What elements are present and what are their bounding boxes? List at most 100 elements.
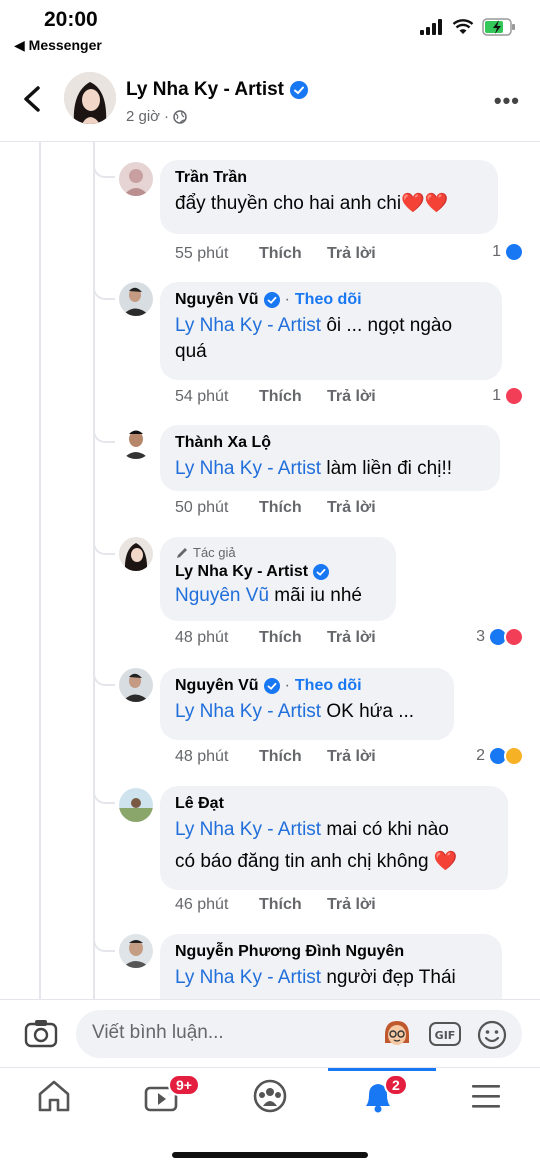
avatar[interactable]: [119, 668, 153, 702]
comment-input-wrapper: GIF: [76, 1010, 522, 1058]
author-name[interactable]: Ly Nha Ky - Artist: [126, 79, 284, 101]
reply-button[interactable]: Trả lời: [327, 629, 395, 647]
comment-time: 48 phút: [175, 629, 229, 646]
reactions[interactable]: 3: [476, 627, 524, 647]
comment-text-line2: quá: [175, 341, 207, 362]
comment-bubble: Lê Đạt Ly Nha Ky - Artist mai có khi nào…: [160, 786, 508, 890]
comment-actions: 54 phút Thích Trả lời: [175, 388, 395, 406]
like-button[interactable]: Thích: [259, 388, 327, 406]
dot-separator: ·: [284, 291, 290, 308]
comment-text: Ly Nha Ky - Artist mai có khi nào: [175, 817, 493, 843]
reply-button[interactable]: Trả lời: [327, 388, 395, 406]
reaction-count: 1: [492, 387, 501, 404]
reply-connector: [93, 413, 115, 443]
avatar[interactable]: [119, 162, 153, 196]
like-reaction-icon: [504, 242, 524, 262]
comment-time: 54 phút: [175, 388, 229, 405]
comment-text: đẩy thuyền cho hai anh chi❤️❤️: [175, 193, 449, 214]
comment-actions: 46 phút Thích Trả lời: [175, 896, 395, 914]
home-icon: [38, 1080, 70, 1112]
back-arrow-icon[interactable]: [20, 84, 44, 114]
commenter-name[interactable]: Lê Đạt: [175, 795, 493, 813]
gif-label: GIF: [435, 1029, 456, 1042]
comment-body: làm liền đi chị!!: [321, 458, 453, 479]
haha-reaction-icon: [504, 746, 524, 766]
comment-text: Ly Nha Ky - Artist OK hứa ...: [175, 699, 439, 725]
comment-bubble: Trần Trần đẩy thuyền cho hai anh chi❤️❤️: [160, 160, 498, 234]
commenter-name[interactable]: Nguyên Vũ: [175, 677, 259, 695]
reactions[interactable]: 2: [476, 746, 524, 766]
commenter-name[interactable]: Thành Xa Lộ: [175, 434, 485, 452]
comment-bubble: Nguyên Vũ · Theo dõi Ly Nha Ky - Artist …: [160, 668, 454, 740]
active-tab-indicator: [328, 1068, 436, 1071]
love-reaction-icon: [504, 386, 524, 406]
tab-notifications[interactable]: 2: [358, 1074, 408, 1118]
verified-badge-icon: [263, 292, 280, 308]
avatar-sticker-icon[interactable]: [381, 1019, 413, 1049]
like-button[interactable]: Thích: [259, 748, 327, 766]
comment-text: Nguyên Vũ mãi iu nhé: [175, 583, 381, 609]
follow-button[interactable]: Theo dõi: [295, 677, 362, 695]
back-to-messenger-link[interactable]: ◀ Messenger: [14, 37, 102, 54]
separator-dot: ·: [164, 108, 170, 125]
mention-link[interactable]: Ly Nha Ky - Artist: [175, 315, 321, 336]
comment-bubble: Thành Xa Lộ Ly Nha Ky - Artist làm liền …: [160, 425, 500, 491]
comment-time: 50 phút: [175, 499, 229, 516]
comment-actions: 50 phút Thích Trả lời: [175, 499, 395, 517]
commenter-name[interactable]: Trần Trần: [175, 169, 483, 187]
reply-connector: [93, 148, 115, 178]
home-indicator: [172, 1152, 368, 1158]
mention-link[interactable]: Ly Nha Ky - Artist: [175, 819, 321, 840]
emoji-icon[interactable]: [476, 1019, 508, 1051]
reaction-count: 2: [476, 747, 485, 764]
like-button[interactable]: Thích: [259, 629, 327, 647]
author-avatar[interactable]: [64, 72, 116, 124]
reply-button[interactable]: Trả lời: [327, 499, 395, 517]
reply-button[interactable]: Trả lời: [327, 896, 395, 914]
reply-connector: [93, 270, 115, 300]
commenter-name[interactable]: Nguyên Vũ: [175, 291, 259, 309]
like-button[interactable]: Thích: [259, 245, 327, 263]
comment-body: OK hứa ...: [321, 701, 415, 722]
tab-menu[interactable]: [466, 1078, 516, 1118]
comment-bubble: Tác giả Ly Nha Ky - Artist Nguyên Vũ mãi…: [160, 537, 396, 621]
like-button[interactable]: Thích: [259, 499, 327, 517]
avatar[interactable]: [119, 934, 153, 968]
groups-icon: [253, 1079, 287, 1113]
verified-badge-icon: [290, 81, 308, 99]
comment-actions: 55 phút Thích Trả lời: [175, 245, 395, 263]
reply-connector: [93, 922, 115, 952]
mention-link[interactable]: Ly Nha Ky - Artist: [175, 967, 321, 988]
comment-time: 55 phút: [175, 245, 229, 262]
follow-button[interactable]: Theo dõi: [295, 291, 362, 309]
avatar[interactable]: [119, 537, 153, 571]
like-button[interactable]: Thích: [259, 896, 327, 914]
avatar[interactable]: [119, 425, 153, 459]
tab-home[interactable]: [34, 1078, 84, 1118]
globe-icon: [173, 109, 187, 124]
mention-link[interactable]: Ly Nha Ky - Artist: [175, 701, 321, 722]
reply-button[interactable]: Trả lời: [327, 245, 395, 263]
commenter-name-row: Nguyên Vũ · Theo dõi: [175, 677, 439, 695]
mention-link[interactable]: Nguyên Vũ: [175, 585, 269, 606]
author-tag-label: Tác giả: [193, 545, 236, 560]
commenter-name[interactable]: Ly Nha Ky - Artist: [175, 563, 308, 581]
battery-icon: [482, 18, 515, 36]
avatar[interactable]: [119, 788, 153, 822]
more-options-icon[interactable]: •••: [494, 88, 520, 114]
post-header: Ly Nha Ky - Artist 2 giờ · •••: [0, 64, 540, 142]
reactions[interactable]: 1: [492, 386, 524, 406]
tab-groups[interactable]: [250, 1078, 300, 1118]
comment-input[interactable]: [92, 1022, 372, 1044]
notification-badge: 2: [384, 1074, 408, 1096]
reply-connector: [93, 656, 115, 686]
camera-icon[interactable]: [24, 1018, 58, 1048]
reactions[interactable]: 1: [492, 242, 524, 262]
avatar[interactable]: [119, 282, 153, 316]
comment-body: người đẹp Thái: [321, 967, 456, 988]
mention-link[interactable]: Ly Nha Ky - Artist: [175, 458, 321, 479]
commenter-name[interactable]: Nguyễn Phương Đình Nguyên: [175, 943, 487, 961]
reply-button[interactable]: Trả lời: [327, 748, 395, 766]
gif-icon[interactable]: GIF: [428, 1021, 462, 1047]
tab-watch[interactable]: 9+: [142, 1074, 200, 1118]
